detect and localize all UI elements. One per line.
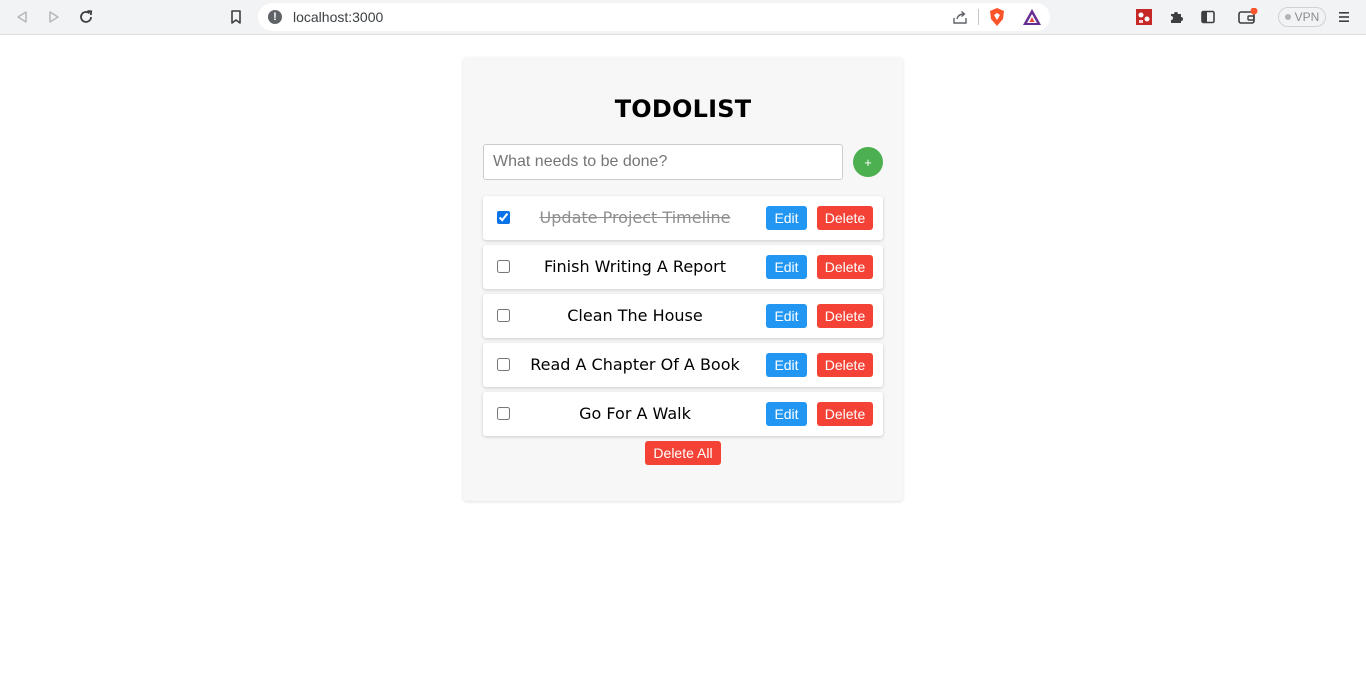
- forward-icon[interactable]: [44, 7, 64, 27]
- vpn-label: VPN: [1294, 10, 1320, 24]
- vpn-status-dot: [1284, 14, 1291, 20]
- delete-button[interactable]: Delete: [817, 353, 873, 377]
- url-text[interactable]: localhost:3000: [293, 9, 383, 25]
- add-todo-button[interactable]: +: [853, 147, 883, 177]
- brave-rewards-icon[interactable]: [1022, 7, 1042, 27]
- todo-checkbox[interactable]: [497, 309, 510, 322]
- address-separator: [978, 9, 979, 25]
- todo-card: TODOLIST + Update Project Timeline Edit …: [463, 57, 903, 501]
- todo-checkbox[interactable]: [497, 211, 510, 224]
- vpn-button[interactable]: VPN: [1278, 7, 1326, 27]
- delete-all-button[interactable]: Delete All: [645, 441, 721, 465]
- wallet-icon[interactable]: [1238, 7, 1258, 27]
- todo-text: Go For A Walk: [579, 404, 691, 423]
- edit-button[interactable]: Edit: [766, 402, 807, 426]
- todo-text: Update Project Timeline: [539, 208, 731, 227]
- todo-checkbox[interactable]: [497, 260, 510, 273]
- todo-item: Update Project Timeline Edit Delete: [483, 196, 883, 240]
- todo-checkbox[interactable]: [497, 358, 510, 371]
- edit-button[interactable]: Edit: [766, 206, 807, 230]
- delete-button[interactable]: Delete: [817, 255, 873, 279]
- back-icon[interactable]: [12, 7, 32, 27]
- todo-item: Finish Writing A Report Edit Delete: [483, 245, 883, 289]
- todo-text: Finish Writing A Report: [544, 257, 726, 276]
- delete-button[interactable]: Delete: [817, 206, 873, 230]
- todo-text: Clean The House: [567, 306, 703, 325]
- page-title: TODOLIST: [614, 95, 752, 123]
- sidebar-icon[interactable]: [1198, 7, 1218, 27]
- delete-button[interactable]: Delete: [817, 402, 873, 426]
- edit-button[interactable]: Edit: [766, 304, 807, 328]
- todo-item: Go For A Walk Edit Delete: [483, 392, 883, 436]
- brave-shield-icon[interactable]: [987, 7, 1007, 27]
- browser-toolbar: ! localhost:3000 VPN: [0, 0, 1366, 35]
- address-bar[interactable]: ! localhost:3000: [258, 3, 1050, 31]
- todo-text: Read A Chapter Of A Book: [530, 355, 740, 374]
- delete-button[interactable]: Delete: [817, 304, 873, 328]
- todo-item: Clean The House Edit Delete: [483, 294, 883, 338]
- todo-checkbox[interactable]: [497, 407, 510, 420]
- puzzle-icon[interactable]: [1166, 7, 1186, 27]
- extension-icon[interactable]: [1134, 7, 1154, 27]
- edit-button[interactable]: Edit: [766, 353, 807, 377]
- menu-icon[interactable]: [1334, 7, 1354, 27]
- site-info-icon[interactable]: !: [268, 10, 282, 24]
- new-todo-input[interactable]: [483, 144, 843, 180]
- todo-item: Read A Chapter Of A Book Edit Delete: [483, 343, 883, 387]
- edit-button[interactable]: Edit: [766, 255, 807, 279]
- bookmark-icon[interactable]: [226, 7, 246, 27]
- share-icon[interactable]: [950, 7, 970, 27]
- reload-icon[interactable]: [76, 7, 96, 27]
